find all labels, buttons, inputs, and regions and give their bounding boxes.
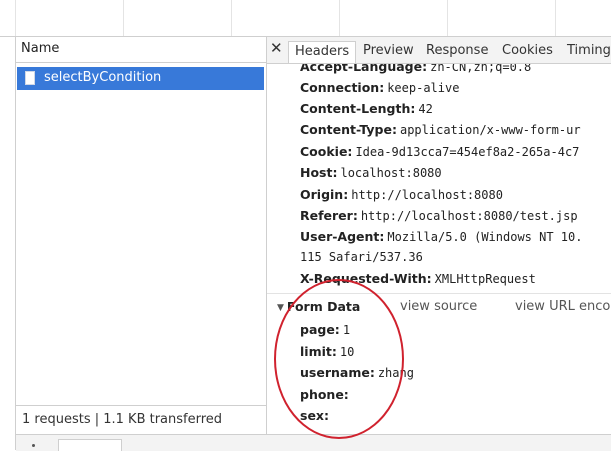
timeline-gridline: [555, 0, 556, 36]
form-field-page: page: 1: [300, 322, 350, 337]
header-key: X-Requested-With:: [300, 271, 432, 286]
form-data-title: Form Data: [286, 299, 361, 314]
view-url-encoded-link[interactable]: view URL enco: [515, 299, 610, 314]
header-value: application/x-www-form-ur: [399, 123, 581, 137]
request-row-selected[interactable]: selectByCondition: [17, 67, 264, 90]
timeline-gridline: [123, 0, 124, 36]
tab-cookies[interactable]: Cookies: [496, 41, 559, 63]
header-value: XMLHttpRequest: [434, 272, 536, 286]
tab-response[interactable]: Response: [420, 41, 494, 63]
header-key: Cookie:: [300, 144, 353, 159]
header-value: Mozilla/5.0 (Windows NT 10.: [387, 230, 583, 244]
form-key: sex:: [300, 408, 329, 423]
header-value: zh-CN,zh;q=0.8: [430, 64, 532, 74]
view-source-link[interactable]: view source: [400, 299, 477, 314]
transfer-summary: 1 requests | 1.1 KB transferred: [22, 412, 223, 427]
network-summary-bar: 1 requests | 1.1 KB transferred: [16, 405, 266, 435]
detail-tabbar: ✕ Headers Preview Response Cookies Timin…: [267, 37, 611, 64]
header-key: Origin:: [300, 187, 349, 202]
header-key: Accept-Language:: [300, 64, 428, 74]
header-value: http://localhost:8080: [351, 188, 503, 202]
header-row-referer: Referer: http://localhost:8080/test.jsp: [300, 208, 578, 223]
header-value: Idea-9d13cca7=454ef8a2-265a-4c7: [355, 145, 580, 159]
form-data-section-toggle[interactable]: ▼ Form Data: [277, 299, 360, 314]
form-field-phone: phone:: [300, 387, 352, 402]
header-key: Content-Length:: [300, 101, 416, 116]
drawer-toolbar: [16, 434, 611, 451]
timeline-gridline: [447, 0, 448, 36]
header-value: keep-alive: [387, 81, 460, 95]
tab-preview[interactable]: Preview: [357, 41, 420, 63]
header-row-connection: Connection: keep-alive: [300, 80, 459, 95]
timeline-overview: [0, 0, 611, 37]
request-name: selectByCondition: [44, 70, 162, 85]
headers-panel: Accept-Language: zh-CN,zh;q=0.8 Connectio…: [267, 64, 611, 434]
header-row-accept-language: Accept-Language: zh-CN,zh;q=0.8: [300, 64, 531, 74]
form-value: 1: [342, 323, 351, 337]
form-value: zhang: [377, 366, 414, 380]
form-key: limit:: [300, 344, 337, 359]
header-row-content-type: Content-Type: application/x-www-form-ur: [300, 122, 581, 137]
timeline-gridline: [339, 0, 340, 36]
header-key: User-Agent:: [300, 229, 385, 244]
drawer-tab[interactable]: [58, 439, 122, 451]
header-row-x-requested-with: X-Requested-With: XMLHttpRequest: [300, 271, 536, 286]
header-row-origin: Origin: http://localhost:8080: [300, 187, 503, 202]
header-value: http://localhost:8080/test.jsp: [360, 209, 578, 223]
form-field-limit: limit: 10: [300, 344, 354, 359]
header-key: Referer:: [300, 208, 358, 223]
header-row-cookie: Cookie: Idea-9d13cca7=454ef8a2-265a-4c7: [300, 144, 579, 159]
header-row-user-agent: User-Agent: Mozilla/5.0 (Windows NT 10.: [300, 229, 582, 244]
header-row-content-length: Content-Length: 42: [300, 101, 433, 116]
section-divider: [267, 293, 611, 294]
form-field-sex: sex:: [300, 408, 332, 423]
header-row-user-agent-continued: 115 Safari/537.36: [300, 250, 423, 264]
header-value: 115 Safari/537.36: [300, 250, 423, 264]
form-key: page:: [300, 322, 340, 337]
header-value: localhost:8080: [340, 166, 442, 180]
header-value: 42: [418, 102, 433, 116]
form-key: phone:: [300, 387, 349, 402]
form-field-username: username: zhang: [300, 365, 414, 380]
tab-headers[interactable]: Headers: [288, 41, 357, 63]
menu-dots-icon[interactable]: [32, 444, 35, 447]
panel-border: [15, 36, 16, 450]
tab-timing[interactable]: Timing: [561, 41, 611, 63]
header-row-host: Host: localhost:8080: [300, 165, 442, 180]
form-key: username:: [300, 365, 375, 380]
name-column-header[interactable]: Name: [16, 37, 266, 63]
triangle-down-icon: ▼: [277, 303, 284, 313]
header-key: Content-Type:: [300, 122, 397, 137]
document-icon: [25, 71, 35, 85]
header-key: Host:: [300, 165, 338, 180]
timeline-gridline: [231, 0, 232, 36]
header-key: Connection:: [300, 80, 385, 95]
name-column-label: Name: [21, 41, 60, 56]
timeline-gridline: [15, 0, 16, 36]
close-icon[interactable]: ✕: [270, 39, 283, 57]
form-value: 10: [339, 345, 355, 359]
